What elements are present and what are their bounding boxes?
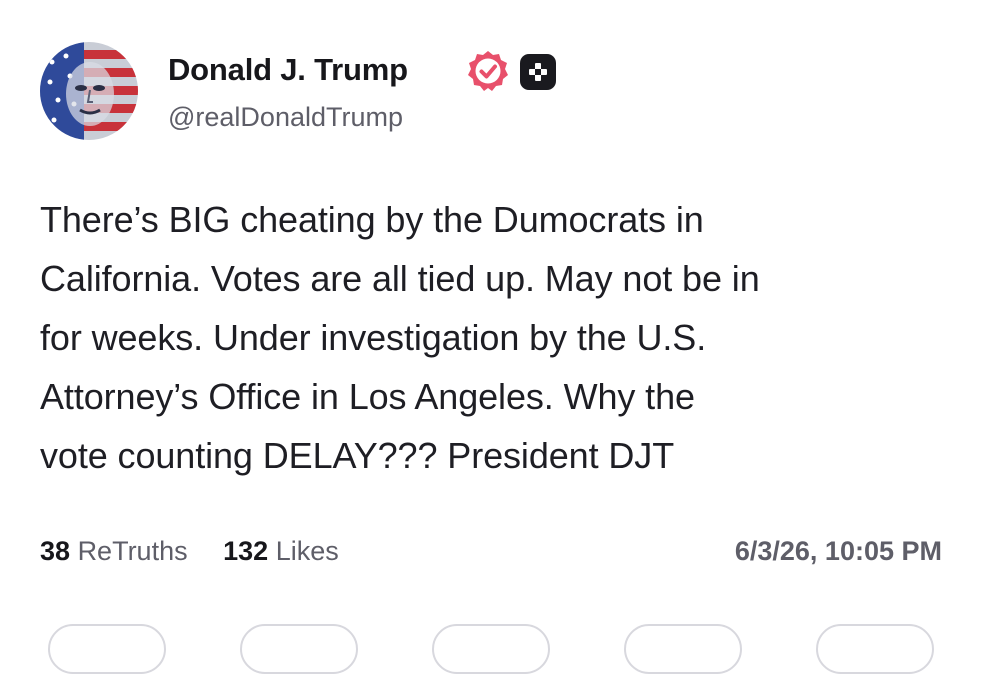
display-name[interactable]: Donald J. Trump bbox=[168, 52, 408, 88]
plus-badge-icon bbox=[520, 54, 556, 90]
like-button[interactable] bbox=[432, 624, 550, 674]
post-text: There’s BIG cheating by the Dumocrats in… bbox=[40, 190, 940, 485]
user-handle[interactable]: @realDonaldTrump bbox=[168, 102, 403, 133]
bookmark-button[interactable] bbox=[624, 624, 742, 674]
retruths-label: ReTruths bbox=[77, 536, 188, 566]
post-text-line: Attorney’s Office in Los Angeles. Why th… bbox=[40, 376, 695, 417]
avatar[interactable] bbox=[40, 42, 138, 140]
likes-count: 132 bbox=[223, 536, 269, 566]
avatar-image bbox=[40, 42, 138, 140]
share-button[interactable] bbox=[816, 624, 934, 674]
post-timestamp: 6/3/26, 10:05 PM bbox=[734, 536, 942, 566]
retruths-count: 38 bbox=[40, 536, 71, 566]
retruth-button[interactable] bbox=[240, 624, 358, 674]
post-stats: 38 ReTruths 132 Likes bbox=[40, 536, 367, 567]
retruths-count-link[interactable]: 38 ReTruths bbox=[40, 536, 188, 567]
verified-badge-icon bbox=[468, 51, 508, 91]
post-card: Donald J. Trump @realDonaldTrump There’s… bbox=[0, 0, 984, 674]
post-text-line: California. Votes are all tied up. May n… bbox=[40, 258, 760, 299]
reply-button[interactable] bbox=[48, 624, 166, 674]
action-bar bbox=[0, 620, 984, 674]
post-text-line: vote counting DELAY??? President DJT bbox=[40, 435, 675, 476]
likes-count-link[interactable]: 132 Likes bbox=[223, 536, 339, 567]
post-text-line: for weeks. Under investigation by the U.… bbox=[40, 317, 707, 358]
likes-label: Likes bbox=[275, 536, 339, 566]
post-text-line: There’s BIG cheating by the Dumocrats in bbox=[40, 199, 704, 240]
